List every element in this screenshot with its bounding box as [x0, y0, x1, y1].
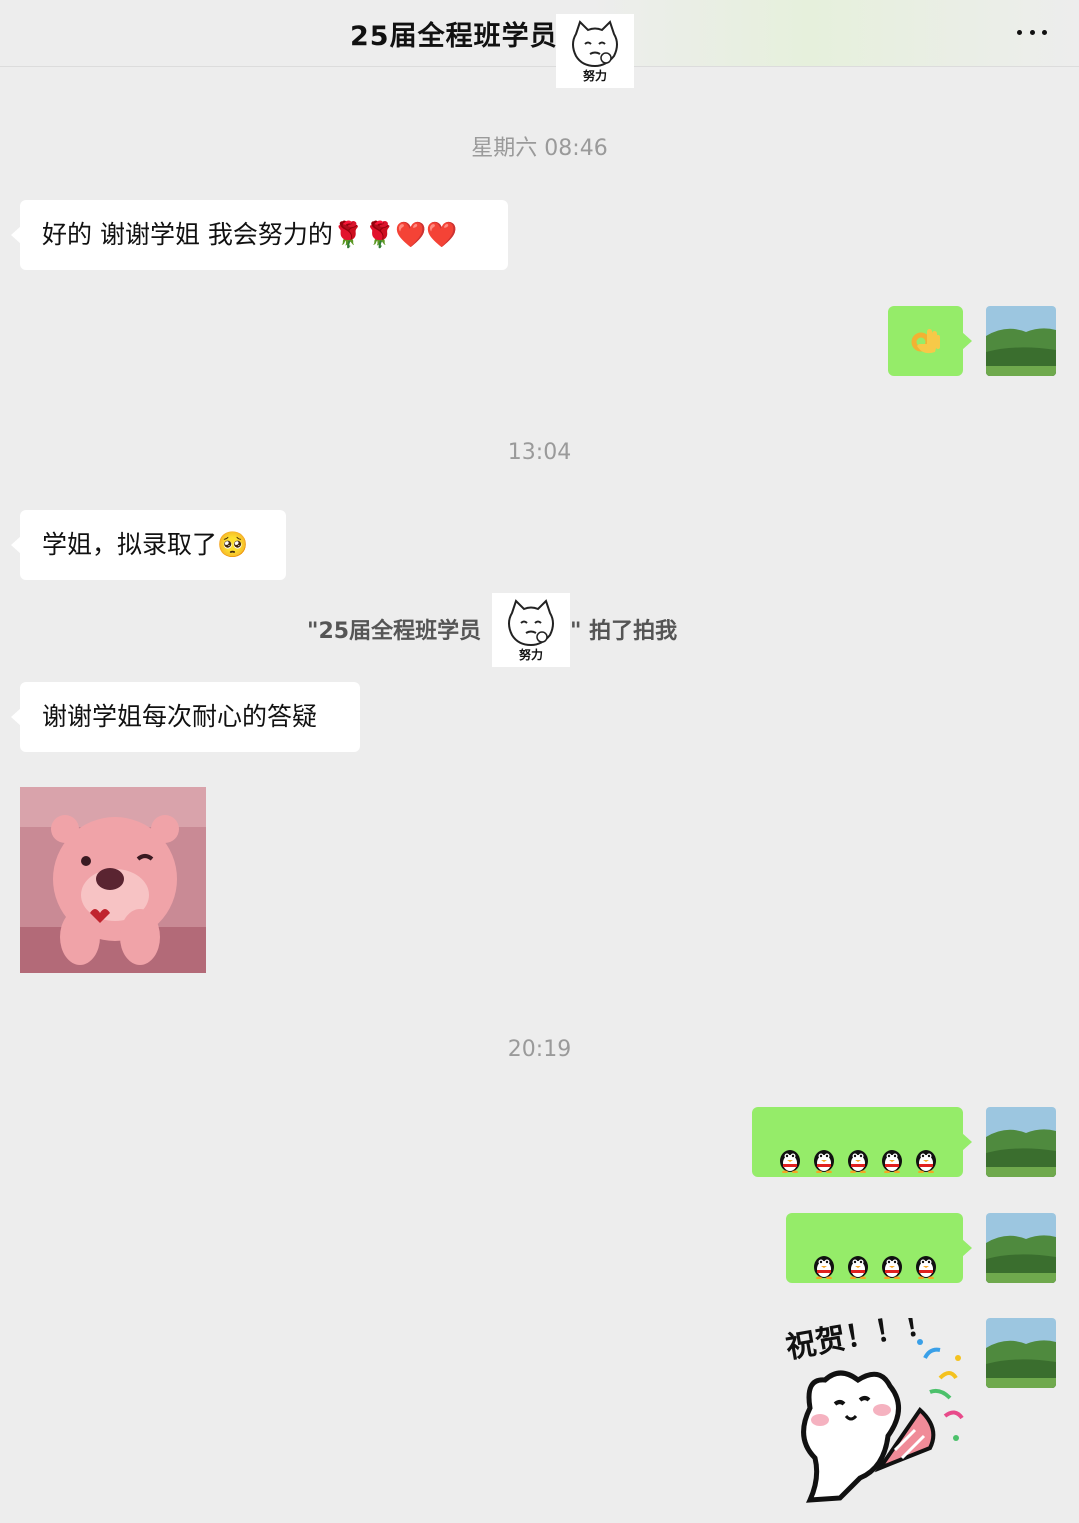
landscape-avatar-icon [986, 1213, 1056, 1283]
sticker-caption: 努力 [582, 69, 607, 83]
message-bubble-sent[interactable] [786, 1213, 972, 1283]
avatar[interactable] [986, 306, 1056, 376]
timestamp: 20:19 [507, 1037, 572, 1062]
landscape-avatar-icon [986, 1318, 1056, 1388]
landscape-avatar-icon [986, 306, 1056, 376]
message-bubble-received[interactable]: 谢谢学姐每次耐心的答疑 [11, 682, 360, 752]
pat-suffix: " 拍了拍我 [570, 619, 678, 644]
timestamp: 13:04 [507, 440, 572, 465]
penguin-emoji-row [773, 1107, 943, 1177]
pat-notice: "25届全程班学员 努力 " 拍了拍我 [0, 593, 1079, 667]
avatar[interactable] [986, 1318, 1056, 1388]
penguin-emoji-icon [777, 1130, 803, 1174]
beaver-sticker-image[interactable] [20, 787, 206, 973]
message-bubble-received[interactable]: 学姐，拟录取了🥺 [11, 510, 286, 580]
penguin-emoji-row [807, 1213, 943, 1283]
penguin-emoji-icon [879, 1236, 905, 1280]
pink-beaver-icon [20, 787, 206, 973]
celebrating-cat-icon: 祝贺！！！ [783, 1305, 964, 1503]
penguin-emoji-icon [879, 1130, 905, 1174]
avatar[interactable] [986, 1107, 1056, 1177]
message-bubble-sent[interactable] [888, 306, 972, 376]
message-bubble-sent[interactable] [752, 1107, 972, 1177]
title-cat-sticker: 努力 [556, 14, 634, 88]
pat-cat-sticker: 努力 [492, 593, 570, 667]
congrats-cat-sticker[interactable]: 祝贺！！！ [780, 1305, 970, 1508]
landscape-avatar-icon [986, 1107, 1056, 1177]
penguin-emoji-icon [913, 1236, 939, 1280]
cat-face-icon [572, 20, 618, 68]
pat-prefix: "25届全程班学员 [307, 619, 482, 644]
more-dots-icon[interactable] [1017, 22, 1047, 42]
chat-title: 25届全程班学员 [350, 21, 558, 52]
penguin-emoji-icon [845, 1236, 871, 1280]
penguin-emoji-icon [811, 1130, 837, 1174]
sticker-caption: 努力 [518, 648, 543, 662]
penguin-emoji-icon [845, 1130, 871, 1174]
ok-hand-emoji-icon [911, 329, 940, 354]
timestamp: 星期六 08:46 [471, 136, 608, 161]
cat-face-icon [508, 599, 554, 647]
message-bubble-received[interactable]: 好的 谢谢学姐 我会努力的🌹🌹❤️❤️ [11, 200, 508, 270]
avatar[interactable] [986, 1213, 1056, 1283]
sticker-text: 祝贺！！！ [783, 1318, 937, 1366]
penguin-emoji-icon [811, 1236, 837, 1280]
chat-header: 25届全程班学员 努力 [0, 0, 1079, 88]
penguin-emoji-icon [913, 1130, 939, 1174]
